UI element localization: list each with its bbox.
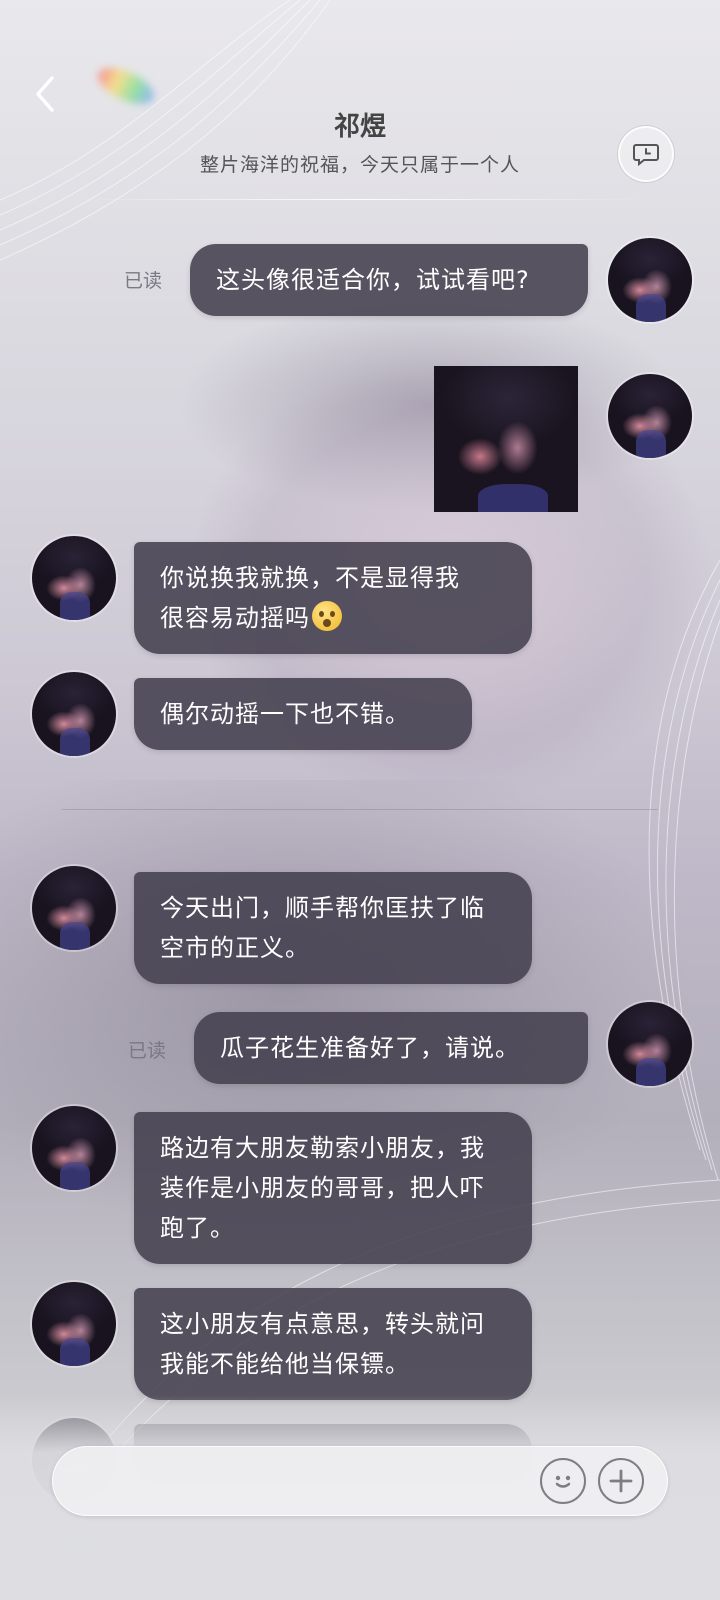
my-avatar[interactable] — [608, 1002, 692, 1086]
contact-avatar[interactable] — [32, 536, 116, 620]
more-button[interactable] — [598, 1458, 644, 1504]
message-image[interactable] — [434, 366, 578, 512]
contact-avatar[interactable] — [32, 866, 116, 950]
message-text: 很容易动摇吗 — [160, 604, 310, 632]
message-bubble-incoming[interactable]: 偶尔动摇一下也不错。 — [134, 678, 472, 750]
message-bubble-incoming[interactable]: 今天出门，顺手帮你匡扶了临空市的正义。 — [134, 872, 532, 984]
emoji-button[interactable] — [540, 1458, 586, 1504]
header-divider — [70, 199, 650, 200]
my-avatar[interactable] — [608, 374, 692, 458]
time-divider — [62, 809, 658, 810]
contact-signature: 整片海洋的祝福，今天只属于一个人 — [199, 154, 520, 176]
message-input[interactable] — [82, 1466, 522, 1496]
contact-avatar[interactable] — [32, 1106, 116, 1190]
chat-history-icon — [633, 144, 659, 167]
contact-name: 祁煜 — [333, 112, 386, 142]
smiley-icon — [555, 1475, 571, 1488]
contact-avatar[interactable] — [32, 672, 116, 756]
message-bubble-incoming[interactable]: 这小朋友有点意思，转头就问我能不能给他当保镖。 — [134, 1288, 532, 1400]
chat-header: 祁煜 整片海洋的祝福，今天只属于一个人 — [0, 0, 720, 200]
message-bubble-outgoing[interactable]: 瓜子花生准备好了，请说。 — [194, 1012, 588, 1084]
message-bubble-outgoing[interactable]: 这头像很适合你，试试看吧? — [190, 244, 588, 316]
message-bubble-incoming[interactable]: 路边有大朋友勒索小朋友，我装作是小朋友的哥哥，把人吓跑了。 — [134, 1112, 532, 1264]
read-receipt: 已读 — [128, 1040, 167, 1062]
read-receipt: 已读 — [124, 270, 163, 292]
contact-avatar[interactable] — [32, 1282, 116, 1366]
message-input-bar[interactable] — [52, 1446, 668, 1516]
plus-icon — [609, 1469, 633, 1493]
chat-history-button[interactable] — [618, 126, 674, 182]
my-avatar[interactable] — [608, 238, 692, 322]
surprised-emoji-icon — [312, 601, 342, 631]
message-bubble-incoming[interactable]: 你说换我就换，不是显得我 很容易动摇吗 — [134, 542, 532, 654]
message-text: 你说换我就换，不是显得我 — [160, 564, 460, 592]
